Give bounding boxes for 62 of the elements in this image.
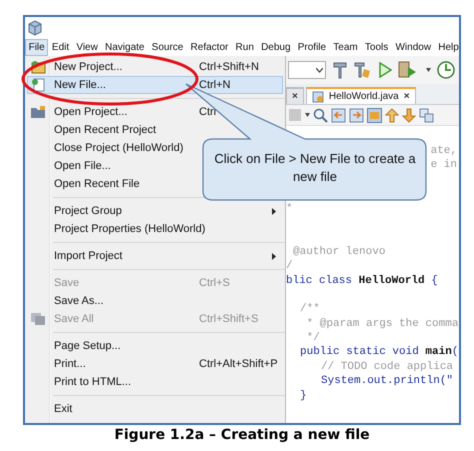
code-line: *	[286, 202, 293, 216]
folder-icon	[30, 105, 46, 119]
menu-item[interactable]: Print... Ctrl+Alt+Shift+P	[27, 355, 283, 373]
up-arrow-icon[interactable]	[385, 108, 399, 122]
menu-item[interactable]: Page Setup...	[27, 337, 283, 355]
hammer-icon[interactable]	[332, 61, 348, 79]
menu-title[interactable]: Team	[330, 38, 362, 56]
menu-title[interactable]: Edit	[48, 38, 73, 56]
menu-title[interactable]: Profile	[294, 38, 330, 56]
down-arrow-icon[interactable]	[402, 108, 416, 122]
caret-icon[interactable]	[426, 68, 431, 72]
code-line: /**	[300, 302, 320, 317]
menu-item[interactable]: Exit	[27, 400, 283, 418]
code-line: /	[286, 259, 293, 274]
code-line: ate,	[430, 144, 457, 158]
java-file-icon	[312, 90, 324, 102]
caret-icon	[316, 68, 323, 72]
code-line: */	[306, 331, 320, 346]
menu-title[interactable]: Tools	[361, 38, 392, 56]
shapes-icon[interactable]	[419, 108, 434, 122]
run-icon[interactable]	[378, 62, 392, 78]
clock-icon[interactable]	[437, 61, 455, 79]
menu-title[interactable]: Debug	[257, 38, 294, 56]
editor-tab[interactable]: ×	[286, 87, 304, 104]
arrow-right-icon[interactable]	[349, 108, 364, 122]
menu-title[interactable]: Window	[392, 38, 435, 56]
toggle-icon[interactable]	[367, 108, 382, 122]
code-line: }	[300, 388, 307, 404]
menu-item[interactable]: New Project... Ctrl+Shift+N	[27, 58, 283, 76]
tab-close-button[interactable]: ×	[404, 91, 410, 102]
code-line: @author lenovo	[293, 244, 386, 260]
menu-title[interactable]: Help	[434, 38, 459, 56]
menu-item[interactable]: Import Project	[27, 247, 283, 265]
menu-title[interactable]: Run	[232, 38, 258, 56]
magnifier-icon[interactable]	[313, 108, 328, 122]
stacked-disks-icon	[30, 312, 46, 326]
code-line: blic class HelloWorld {	[286, 274, 438, 288]
figure-caption: Figure 1.2a – Creating a new file	[113, 427, 371, 443]
callout-text: Click on File > New File to create a new file	[213, 150, 417, 186]
caret-icon[interactable]	[305, 113, 310, 117]
menu-item[interactable]: Project Group	[27, 202, 283, 220]
menu-item[interactable]: New File... Ctrl+N	[27, 76, 283, 94]
tab-close-button[interactable]: ×	[292, 91, 298, 102]
menu-title[interactable]: Refactor	[186, 38, 232, 56]
menu-item[interactable]: Project Properties (HelloWorld)	[27, 220, 283, 238]
code-line: System.out.println("	[321, 374, 454, 389]
menu-item[interactable]: Save As...	[27, 292, 283, 310]
code-line: public static void main(	[300, 345, 458, 360]
menu-title[interactable]: Navigate	[101, 38, 148, 56]
menu-title[interactable]: File	[25, 38, 48, 56]
menu-item[interactable]: Print to HTML...	[27, 373, 283, 391]
app-cube-icon	[28, 20, 42, 36]
tab-label: HelloWorld.java	[328, 91, 399, 102]
code-line: * @param args the comma	[306, 316, 458, 332]
code-line: // TODO code applica	[321, 360, 454, 374]
editor-tab[interactable]: HelloWorld.java ×	[306, 87, 416, 104]
new-file-icon	[30, 78, 46, 92]
code-line: e in	[430, 158, 457, 173]
arrow-left-icon[interactable]	[331, 108, 346, 122]
menu-title[interactable]: View	[72, 38, 102, 56]
config-dropdown[interactable]	[288, 61, 326, 79]
menu-title[interactable]: Source	[148, 38, 187, 56]
